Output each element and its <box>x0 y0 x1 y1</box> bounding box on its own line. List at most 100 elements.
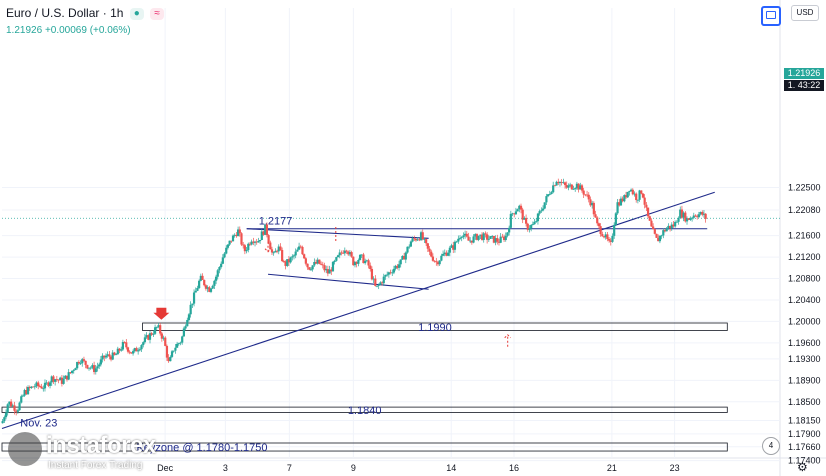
y-tick-label: 1.21600 <box>788 231 821 241</box>
candle-body <box>43 382 47 389</box>
candle-body <box>265 224 268 236</box>
currency-button[interactable]: USD <box>791 5 819 21</box>
candle-body <box>635 193 638 201</box>
candle-body <box>267 235 270 243</box>
x-tick-label: 3 <box>223 463 228 473</box>
candle-body <box>108 354 111 357</box>
candle-body <box>218 267 221 271</box>
candle-body <box>458 237 462 239</box>
candle-body <box>301 246 304 255</box>
candle-body <box>592 202 595 215</box>
candle-body <box>596 217 599 224</box>
candle-body <box>572 188 575 190</box>
candle-body <box>238 229 241 234</box>
candle-body <box>506 232 509 236</box>
candle-body <box>431 256 435 261</box>
candle-body <box>448 247 451 253</box>
candle-body <box>77 361 80 364</box>
sell-arrow-icon <box>153 307 170 320</box>
candle-body <box>658 235 662 242</box>
annotation-label: Nov. 23 <box>20 418 57 430</box>
y-tick-label: 1.22080 <box>788 205 821 215</box>
candle-body <box>67 372 70 380</box>
candle-body <box>538 211 541 214</box>
candle-body <box>121 341 125 350</box>
candle-body <box>504 235 507 241</box>
candle-body <box>460 237 463 238</box>
interval-label[interactable]: 1h <box>110 6 123 20</box>
candles <box>1 178 707 424</box>
candle-body <box>174 347 177 351</box>
candle-body <box>509 213 512 228</box>
candle-body <box>599 226 602 235</box>
symbol-header: Euro / U.S. Dollar · 1h ● ≈ 1.21926 +0.0… <box>6 6 165 38</box>
candle-body <box>370 268 374 280</box>
alerts-badge[interactable]: 4 <box>762 437 780 455</box>
price-change: +0.00069 (+0.06%) <box>44 25 131 36</box>
candle-body <box>155 326 158 328</box>
indicator-wave-icon[interactable]: ≈ <box>150 7 165 20</box>
candle-body <box>406 246 409 253</box>
candle-body <box>487 238 490 240</box>
x-tick-label: 9 <box>351 463 356 473</box>
candle-body <box>20 396 23 403</box>
candle-body <box>574 188 577 189</box>
candle-body <box>369 265 372 269</box>
candle-body <box>350 252 353 257</box>
y-tick-label: 1.19300 <box>788 354 821 364</box>
candle-body <box>563 182 567 186</box>
trendlines: Nov. 23 <box>1 191 715 430</box>
candle-body <box>269 242 272 250</box>
last-price-label: 1.21926 <box>784 68 824 79</box>
candle-body <box>643 197 646 205</box>
candle-body <box>540 210 543 212</box>
candle-body <box>221 257 224 264</box>
candle-body <box>289 257 292 263</box>
frame-icon <box>766 11 776 19</box>
settings-gear-icon[interactable]: ⚙ <box>797 460 808 474</box>
candle-body <box>4 412 8 418</box>
candle-body <box>159 325 162 334</box>
screenshot-icon[interactable] <box>761 6 781 26</box>
candle-body <box>336 255 340 258</box>
candle-body <box>652 226 655 230</box>
candle-body <box>508 227 511 233</box>
candle-body <box>170 351 174 357</box>
price-chart[interactable]: 1.21771.19901.1840Keyzone @ 1.1780-1.175… <box>0 0 826 476</box>
candle-body <box>519 205 523 210</box>
quote-row: 1.21926 +0.00069 (+0.06%) <box>6 24 164 38</box>
candle-body <box>386 274 389 276</box>
candle-body <box>453 241 457 250</box>
candle-body <box>79 363 82 365</box>
candle-body <box>392 268 396 273</box>
candle-body <box>345 250 348 252</box>
candle-body <box>440 255 443 261</box>
market-status-icon[interactable]: ● <box>129 7 144 20</box>
candle-body <box>611 235 614 242</box>
candle-body <box>553 185 556 187</box>
candle-body <box>333 260 336 263</box>
candle-body <box>308 267 311 270</box>
price-axis: 1.22500 1.22080 1.21600 1.21200 1.20800 1.204… <box>788 182 821 465</box>
y-tick-label: 1.20800 <box>788 274 821 284</box>
candle-body <box>528 228 531 230</box>
candle-body <box>242 244 245 246</box>
candle-body <box>587 194 590 200</box>
candle-body <box>131 351 135 354</box>
symbol-name[interactable]: Euro / U.S. Dollar <box>6 6 99 20</box>
candle-body <box>240 233 243 245</box>
candle-body <box>567 185 570 188</box>
candle-body <box>164 337 167 346</box>
separator: · <box>102 6 107 20</box>
x-tick-label: 16 <box>509 463 519 473</box>
candle-body <box>153 327 157 334</box>
candle-body <box>13 405 16 411</box>
candle-body <box>98 364 101 367</box>
x-tick-label: 7 <box>287 463 292 473</box>
candle-body <box>335 257 338 261</box>
candle-body <box>318 259 321 264</box>
candle-body <box>694 215 697 217</box>
candle-body <box>331 262 335 272</box>
candle-body <box>94 368 97 373</box>
candle-body <box>309 269 313 271</box>
